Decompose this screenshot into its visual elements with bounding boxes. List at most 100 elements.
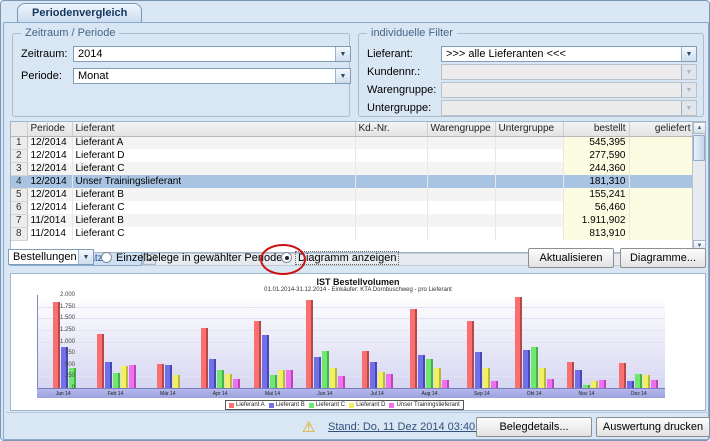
bar: [173, 375, 180, 388]
table-cell: [629, 162, 694, 175]
diagramme-button[interactable]: Diagramme...: [620, 248, 706, 268]
table-cell: 7: [11, 214, 27, 227]
aktualisieren-button[interactable]: Aktualisieren: [528, 248, 614, 268]
radio-diagramm-label[interactable]: Diagramm anzeigen: [295, 251, 399, 265]
table-cell: [355, 188, 427, 201]
column-header-geliefert[interactable]: geliefert: [629, 122, 694, 136]
column-header-Kd.-Nr.[interactable]: Kd.-Nr.: [355, 122, 427, 136]
red-annotation-circle: [260, 244, 306, 275]
bottom-bar: ⚠ Stand: Do, 11 Dez 2014 03:40 ... Beleg…: [6, 412, 710, 440]
status-timestamp-link[interactable]: Stand: Do, 11 Dez 2014 03:40 ...: [328, 421, 487, 433]
legend-color-chip: [269, 403, 274, 408]
lieferant-combobox[interactable]: >>> alle Lieferanten <<< ▼: [441, 46, 697, 62]
zeitraum-combobox[interactable]: 2014 ▼: [73, 46, 351, 62]
table-cell: 11/2014: [27, 227, 72, 240]
bar: [322, 351, 329, 388]
bar: [635, 374, 642, 388]
column-header-Periode[interactable]: Periode: [27, 122, 72, 136]
bar: [201, 328, 208, 388]
periode-combobox[interactable]: Monat ▼: [73, 68, 351, 84]
bar: [483, 368, 490, 388]
table-row[interactable]: 112/2014Lieferant A545,395: [11, 136, 694, 149]
belegdetails-button[interactable]: Belegdetails...: [476, 417, 592, 437]
bar: [270, 375, 277, 388]
kundennr-label: Kundennr.:: [367, 66, 420, 78]
table-cell: 4: [11, 175, 27, 188]
y-axis-tick-label: 1.000: [51, 339, 75, 345]
scrollbar-thumb[interactable]: [693, 135, 705, 161]
bar: [370, 362, 377, 388]
table-cell: [495, 214, 563, 227]
chevron-down-icon[interactable]: ▼: [78, 250, 93, 264]
warning-icon: ⚠: [302, 418, 315, 436]
column-header-Untergruppe[interactable]: Untergruppe: [495, 122, 563, 136]
table-cell: [355, 214, 427, 227]
table-cell: [495, 227, 563, 240]
bar: [434, 368, 441, 388]
bar: [165, 365, 172, 388]
chevron-down-icon[interactable]: ▼: [681, 47, 696, 61]
column-header-rownum[interactable]: [11, 122, 27, 136]
table-row[interactable]: 711/2014Lieferant B1.911,902: [11, 214, 694, 227]
bar: [225, 374, 232, 388]
bar: [531, 347, 538, 388]
legend-label: Lieferant C: [316, 402, 345, 408]
table-row[interactable]: 811/2014Lieferant C813,910: [11, 227, 694, 240]
table-cell: [495, 188, 563, 201]
column-header-bestellt[interactable]: bestellt: [563, 122, 629, 136]
radio-einzelbelege[interactable]: [101, 252, 112, 263]
chart-plot-area: [37, 295, 665, 388]
chevron-down-icon[interactable]: ▼: [335, 69, 350, 83]
bar: [113, 373, 120, 388]
table-cell: Lieferant C: [72, 201, 355, 214]
table-cell: [495, 162, 563, 175]
bar-group-Jul-14: [352, 295, 404, 388]
kundennr-combobox: ▼: [441, 64, 697, 80]
bar: [575, 370, 582, 388]
scroll-up-icon[interactable]: ▲: [693, 122, 706, 134]
bar: [314, 357, 321, 388]
table-cell: 181,310: [563, 175, 629, 188]
table-row[interactable]: 612/2014Lieferant C56,460: [11, 201, 694, 214]
legend-color-chip: [349, 403, 354, 408]
bar-group-Feb-14: [90, 295, 142, 388]
auswertung-drucken-button[interactable]: Auswertung drucken: [596, 417, 710, 437]
app-window: Periodenvergleich Zeitraum / Periode Zei…: [0, 0, 710, 441]
bar: [467, 321, 474, 388]
table-row[interactable]: 412/2014Unser Trainingslieferant181,310: [11, 175, 694, 188]
table-cell: 8: [11, 227, 27, 240]
groupbox-zeitraum-title: Zeitraum / Periode: [21, 27, 119, 39]
bar-group-Mai-14: [247, 295, 299, 388]
bar: [426, 359, 433, 388]
column-header-Lieferant[interactable]: Lieferant: [72, 122, 355, 136]
legend-item: Lieferant A: [229, 402, 265, 408]
bar-group-Mär-14: [143, 295, 195, 388]
tab-periodenvergleich[interactable]: Periodenvergleich: [17, 3, 142, 23]
belegart-combobox[interactable]: Bestellungen ▼: [8, 249, 94, 265]
table-row[interactable]: 212/2014Lieferant D277,590: [11, 149, 694, 162]
table-cell: [495, 201, 563, 214]
radio-einzelbelege-label[interactable]: Einzelbelege in gewählter Periode: [116, 252, 282, 264]
bar: [262, 335, 269, 388]
chart-subtitle: 01.01.2014-31.12.2014 - Einkäufer: KTA D…: [11, 287, 705, 293]
x-axis-tick-label: Nov 14: [560, 389, 612, 398]
bar: [306, 300, 313, 388]
table-cell: 5: [11, 188, 27, 201]
table-cell: [355, 162, 427, 175]
untergruppe-label: Untergruppe:: [367, 102, 431, 114]
bar: [651, 380, 658, 388]
table-cell: [629, 214, 694, 227]
bar: [643, 375, 650, 388]
vertical-scrollbar[interactable]: ▲ ▼: [692, 122, 705, 252]
table-cell: [427, 201, 495, 214]
table-row[interactable]: 312/2014Lieferant C244,360: [11, 162, 694, 175]
y-axis-tick-label: 2.000: [51, 292, 75, 298]
chevron-down-icon[interactable]: ▼: [335, 47, 350, 61]
table-row[interactable]: 512/2014Lieferant B155,241: [11, 188, 694, 201]
column-header-Warengruppe[interactable]: Warengruppe: [427, 122, 495, 136]
table-cell: 155,241: [563, 188, 629, 201]
table-cell: 12/2014: [27, 149, 72, 162]
table-cell: 1.911,902: [563, 214, 629, 227]
bar: [627, 381, 634, 388]
x-axis-tick-label: Feb 14: [89, 389, 141, 398]
